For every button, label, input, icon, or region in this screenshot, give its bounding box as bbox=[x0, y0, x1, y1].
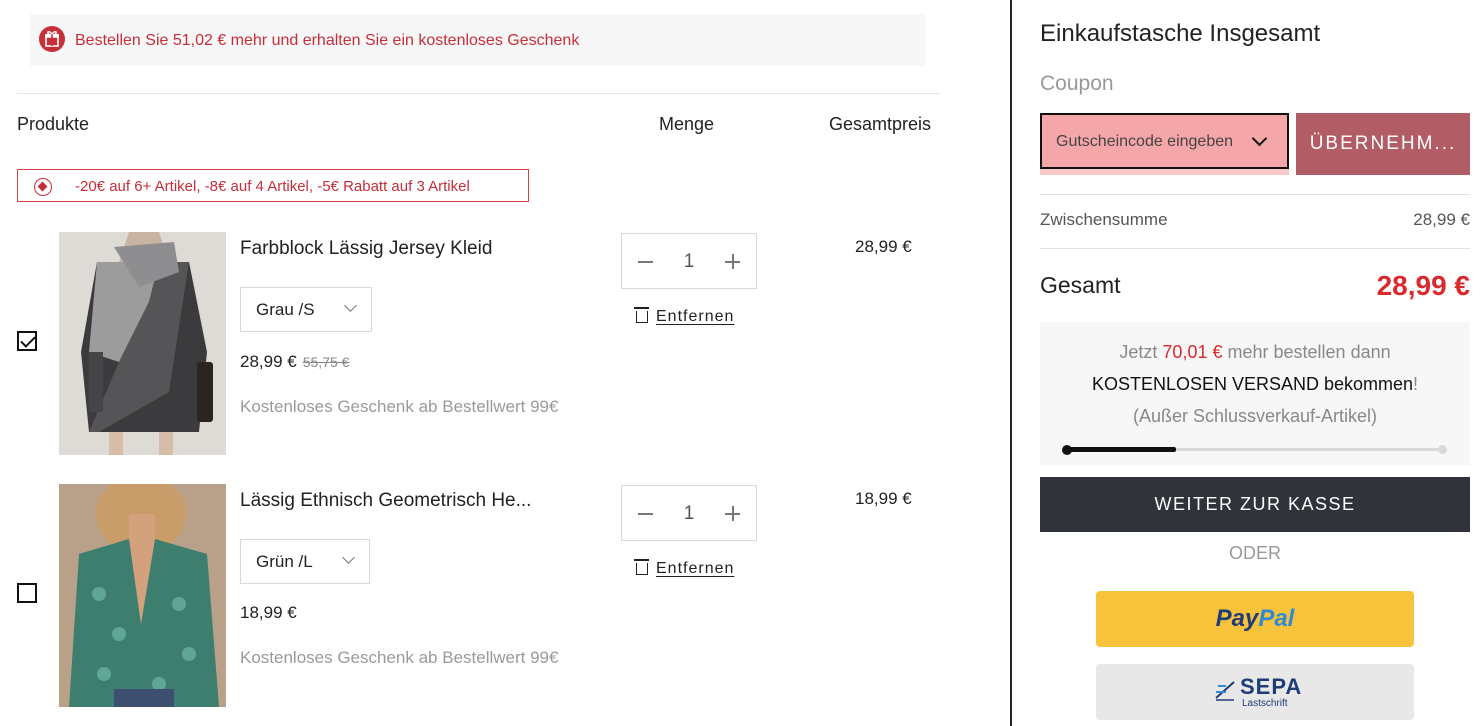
shipping-progress-bar bbox=[1062, 445, 1447, 455]
trash-icon bbox=[634, 307, 649, 323]
old-price: 55,75 € bbox=[302, 354, 350, 370]
progress-start-dot bbox=[1062, 445, 1072, 455]
current-price: 18,99 € bbox=[240, 603, 297, 622]
product-image[interactable] bbox=[59, 232, 226, 455]
sepa-icon bbox=[1215, 681, 1235, 701]
gift-note: Kostenloses Geschenk ab Bestellwert 99€ bbox=[240, 648, 559, 667]
tag-icon bbox=[34, 178, 52, 196]
divider bbox=[1040, 248, 1470, 249]
sepa-button[interactable]: SEPA Lastschrift bbox=[1096, 664, 1414, 720]
gift-banner-text: Bestellen Sie 51,02 € mehr und erhalten … bbox=[75, 32, 580, 49]
variant-select[interactable]: Grün /L bbox=[240, 539, 370, 584]
apply-coupon-button[interactable]: ÜBERNEHM... bbox=[1296, 113, 1470, 175]
trash-icon bbox=[634, 559, 649, 575]
row-total: 18,99 € bbox=[855, 489, 912, 508]
item-checkbox[interactable] bbox=[17, 331, 37, 351]
remove-label: Entfernen bbox=[656, 308, 735, 325]
total-label: Gesamt bbox=[1040, 272, 1121, 298]
paypal-logo-part2: Pal bbox=[1258, 605, 1295, 632]
promo-banner: -20€ auf 6+ Artikel, -8€ auf 4 Artikel, … bbox=[17, 169, 529, 202]
variant-select[interactable]: Grau /S bbox=[240, 287, 372, 332]
product-price: 28,99 € 55,75 € bbox=[240, 352, 349, 372]
sepa-logo-text: SEPA bbox=[1240, 674, 1303, 699]
remove-label: Entfernen bbox=[656, 560, 735, 577]
product-price: 18,99 € bbox=[240, 603, 297, 623]
header-total: Gesamtpreis bbox=[829, 114, 932, 134]
subtotal-value: 28,99 € bbox=[1413, 210, 1470, 229]
current-price: 28,99 € bbox=[240, 352, 297, 371]
variant-value: Grau /S bbox=[256, 300, 315, 319]
chevron-down-icon bbox=[342, 551, 355, 564]
free-shipping-box: Jetzt 70,01 € mehr bestellen dann KOSTEN… bbox=[1040, 322, 1470, 465]
progress-end-dot bbox=[1438, 445, 1447, 454]
subtotal-label: Zwischensumme bbox=[1040, 210, 1168, 229]
header-quantity: Menge bbox=[659, 114, 715, 134]
gift-note: Kostenloses Geschenk ab Bestellwert 99€ bbox=[240, 397, 559, 416]
coupon-highlight bbox=[1040, 169, 1289, 175]
shipping-line-2: KOSTENLOSEN VERSAND bekommen! bbox=[1091, 374, 1419, 394]
header-products: Produkte bbox=[17, 114, 90, 134]
chevron-down-icon bbox=[344, 299, 357, 312]
plus-icon[interactable] bbox=[725, 506, 740, 521]
promo-text: -20€ auf 6+ Artikel, -8€ auf 4 Artikel, … bbox=[75, 178, 470, 195]
gift-icon bbox=[39, 26, 65, 52]
shipping-line-3: (Außer Schlussverkauf-Artikel) bbox=[1132, 406, 1378, 426]
total-value: 28,99 € bbox=[1376, 270, 1470, 301]
divider bbox=[17, 93, 940, 94]
summary-title: Einkaufstasche Insgesamt bbox=[1040, 20, 1321, 47]
coupon-label: Coupon bbox=[1040, 72, 1114, 95]
shipping-amount: 70,01 € bbox=[1162, 342, 1223, 362]
coupon-placeholder: Gutscheincode eingeben bbox=[1056, 133, 1234, 150]
variant-value: Grün /L bbox=[256, 552, 313, 571]
sepa-sub-text: Lastschrift bbox=[1242, 698, 1288, 709]
paypal-logo-part1: Pay bbox=[1215, 605, 1259, 632]
row-total: 28,99 € bbox=[855, 237, 912, 256]
coupon-select[interactable]: Gutscheincode eingeben bbox=[1040, 113, 1289, 169]
quantity-stepper: 1 bbox=[621, 485, 757, 541]
column-divider bbox=[1010, 0, 1012, 726]
product-name[interactable]: Lässig Ethnisch Geometrisch He... bbox=[240, 490, 545, 512]
paypal-button[interactable]: PayPal bbox=[1096, 591, 1414, 647]
product-name[interactable]: Farbblock Lässig Jersey Kleid bbox=[240, 238, 550, 260]
plus-icon[interactable] bbox=[725, 254, 740, 269]
shipping-line-1: Jetzt 70,01 € mehr bestellen dann bbox=[1119, 342, 1391, 362]
chevron-down-icon bbox=[1251, 130, 1268, 147]
remove-button[interactable]: Entfernen bbox=[634, 307, 735, 326]
or-divider-text: ODER bbox=[1228, 543, 1281, 563]
product-image[interactable] bbox=[59, 484, 226, 707]
item-checkbox[interactable] bbox=[17, 583, 37, 603]
shipping-progress-fill bbox=[1066, 447, 1176, 452]
divider bbox=[1040, 194, 1470, 195]
checkout-button[interactable]: WEITER ZUR KASSE bbox=[1040, 477, 1470, 532]
remove-button[interactable]: Entfernen bbox=[634, 559, 735, 578]
gift-banner: Bestellen Sie 51,02 € mehr und erhalten … bbox=[30, 14, 926, 66]
quantity-stepper: 1 bbox=[621, 233, 757, 289]
